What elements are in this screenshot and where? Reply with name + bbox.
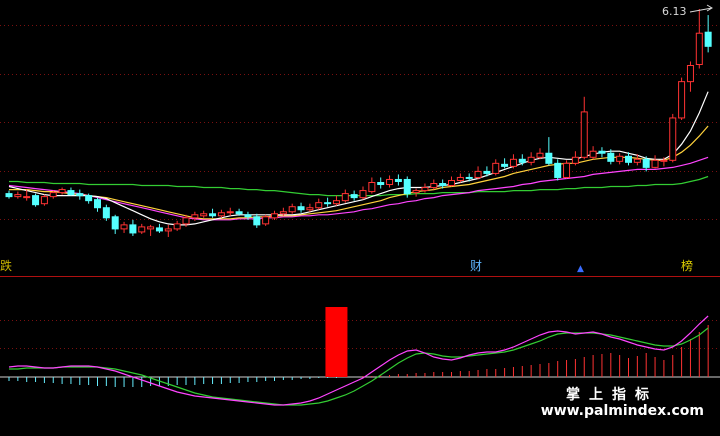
candle-body-77 bbox=[686, 64, 694, 83]
candle-body-20 bbox=[182, 217, 190, 225]
marker-triangle: ▲ bbox=[577, 264, 584, 274]
candle-body-55 bbox=[492, 162, 500, 174]
candle-body-28 bbox=[253, 216, 261, 226]
candle-body-68 bbox=[607, 152, 615, 162]
candle-body-65 bbox=[580, 111, 588, 158]
candle-body-17 bbox=[155, 227, 163, 232]
candle-body-42 bbox=[377, 182, 385, 186]
candle-body-54 bbox=[483, 170, 491, 174]
candle-body-31 bbox=[279, 211, 287, 215]
candle-body-62 bbox=[554, 162, 562, 178]
candle-body-64 bbox=[571, 156, 579, 164]
candle-body-0 bbox=[5, 193, 13, 198]
candle-body-50 bbox=[448, 179, 455, 187]
candle-body-11 bbox=[102, 207, 110, 219]
ma-yellow-line bbox=[9, 125, 709, 220]
watermark-url: www.palmindex.com bbox=[540, 403, 704, 419]
candle-body-14 bbox=[129, 224, 137, 234]
candle-body-6 bbox=[58, 189, 66, 194]
candle-body-60 bbox=[536, 152, 544, 158]
candle-body-24 bbox=[217, 212, 225, 217]
candle-body-76 bbox=[678, 81, 686, 119]
chart-stage: 跌 财 ▲ 榜 6.13 掌上指标 www.palmindex.com bbox=[0, 0, 720, 436]
ma-green-line bbox=[9, 175, 709, 197]
candle-body-35 bbox=[315, 202, 323, 209]
candle-body-15 bbox=[138, 226, 146, 233]
candle-body-25 bbox=[226, 211, 234, 214]
candle-body-19 bbox=[173, 223, 181, 230]
candle-body-13 bbox=[120, 224, 128, 230]
candle-body-47 bbox=[421, 187, 429, 192]
candle-body-21 bbox=[191, 214, 199, 219]
candle-body-8 bbox=[76, 193, 84, 197]
candle-body-39 bbox=[350, 194, 358, 199]
candle-body-43 bbox=[386, 178, 394, 186]
candle-body-57 bbox=[509, 158, 517, 167]
candle-body-36 bbox=[324, 202, 332, 205]
candle-body-10 bbox=[94, 199, 101, 209]
candle-body-4 bbox=[40, 196, 48, 205]
candle-body-74 bbox=[660, 159, 668, 162]
candle-body-41 bbox=[368, 182, 376, 193]
candle-body-45 bbox=[403, 178, 411, 195]
candle-body-29 bbox=[262, 216, 270, 225]
candle-body-72 bbox=[642, 158, 650, 168]
candle-body-3 bbox=[32, 195, 40, 206]
candle-body-18 bbox=[164, 228, 172, 232]
candle-body-61 bbox=[545, 152, 553, 164]
candle-body-34 bbox=[306, 207, 314, 211]
candle-body-58 bbox=[518, 158, 526, 163]
candle-body-7 bbox=[67, 190, 75, 196]
candle-body-38 bbox=[341, 193, 349, 202]
candle-body-40 bbox=[359, 190, 367, 199]
candle-body-73 bbox=[651, 159, 659, 168]
candle-body-12 bbox=[111, 216, 119, 230]
candle-body-71 bbox=[633, 158, 641, 163]
candle-body-46 bbox=[412, 190, 420, 194]
candle-body-49 bbox=[439, 183, 447, 187]
candle-body-48 bbox=[430, 183, 438, 189]
ma-magenta-line bbox=[8, 156, 709, 221]
marker-bang: 榜 bbox=[681, 259, 694, 273]
candle-body-22 bbox=[200, 213, 208, 217]
candle-body-33 bbox=[297, 206, 305, 211]
candle-body-1 bbox=[14, 194, 22, 198]
candle-body-32 bbox=[288, 206, 296, 213]
candle-body-66 bbox=[589, 150, 597, 158]
candle-body-2 bbox=[23, 196, 31, 199]
candle-body-9 bbox=[85, 195, 93, 202]
candle-body-30 bbox=[271, 213, 278, 219]
candle-body-51 bbox=[456, 176, 464, 181]
candle-body-79 bbox=[704, 31, 712, 47]
candle-body-5 bbox=[49, 192, 57, 198]
candle-body-75 bbox=[669, 117, 677, 161]
marker-cai: 财 bbox=[470, 259, 483, 273]
candle-body-69 bbox=[616, 155, 624, 162]
candle-body-67 bbox=[598, 150, 606, 154]
candle-body-56 bbox=[501, 163, 509, 167]
candle-body-16 bbox=[147, 226, 155, 230]
candle-body-27 bbox=[244, 214, 252, 218]
candle-body-53 bbox=[474, 170, 482, 178]
candle-body-63 bbox=[563, 162, 571, 178]
candle-body-52 bbox=[465, 176, 473, 179]
candle-body-78 bbox=[695, 32, 703, 65]
price-max-label: 6.13 bbox=[662, 5, 687, 18]
candle-body-37 bbox=[332, 200, 340, 205]
candle-body-26 bbox=[235, 211, 243, 215]
price-max-arrow bbox=[689, 4, 713, 13]
stock-chart bbox=[0, 4, 720, 406]
candle-body-59 bbox=[527, 156, 535, 163]
marker-die: 跌 bbox=[0, 259, 13, 273]
candle-body-23 bbox=[209, 213, 217, 217]
signal-bar bbox=[325, 307, 348, 377]
watermark-title: 掌上指标 bbox=[566, 387, 658, 403]
candle-body-70 bbox=[625, 155, 632, 163]
candle-body-44 bbox=[394, 178, 402, 182]
